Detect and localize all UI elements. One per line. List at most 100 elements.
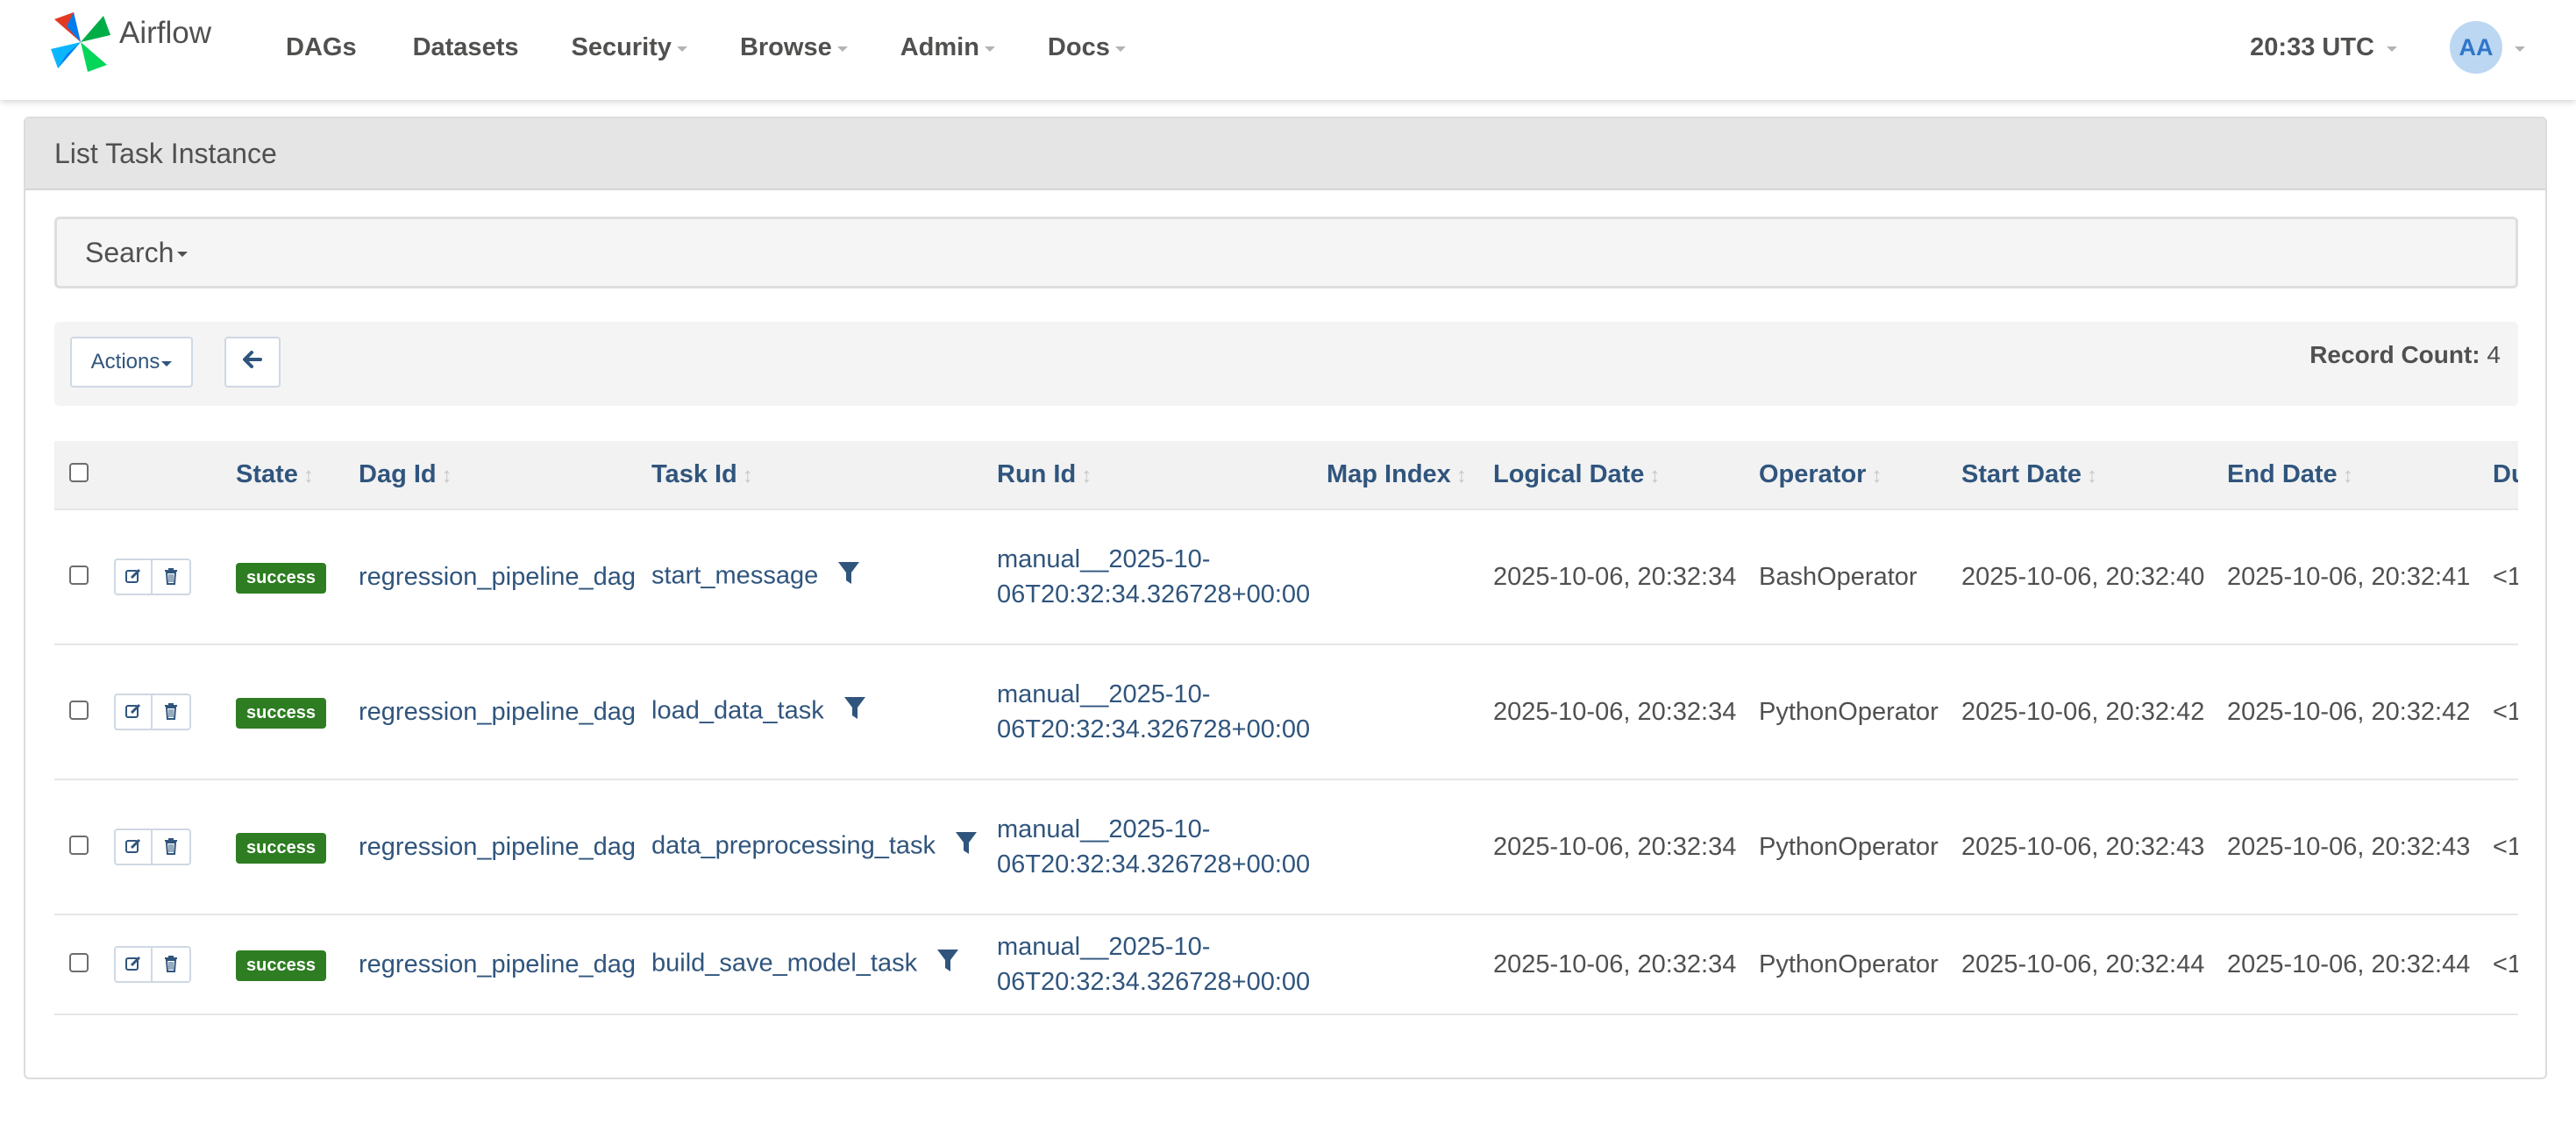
nav-dags[interactable]: DAGs	[286, 33, 357, 62]
start-date-cell: 2025-10-06, 20:32:44	[1961, 914, 2227, 1014]
dag-id-link[interactable]: regression_pipeline_dag	[359, 698, 636, 726]
task-id-link[interactable]: load_data_task	[651, 697, 824, 725]
col-operator[interactable]: Operator ↕	[1759, 441, 1961, 509]
nav-admin[interactable]: Admin	[900, 33, 995, 62]
record-count-value: 4	[2487, 341, 2501, 368]
start-date-cell: 2025-10-06, 20:32:42	[1961, 644, 2227, 779]
brand-link[interactable]: Airflow	[47, 11, 211, 77]
logical-date-cell: 2025-10-06, 20:32:34	[1493, 509, 1759, 644]
operator-cell: PythonOperator	[1759, 914, 1961, 1014]
col-logical-date-label: Logical Date	[1493, 460, 1645, 488]
task-instance-table: State ↕ Dag Id ↕ Task Id ↕ Run Id ↕ Map Inde…	[54, 441, 2518, 1015]
run-id-line1: manual__2025-10-	[997, 680, 1211, 708]
col-end-date-label: End Date	[2227, 460, 2338, 488]
status-badge: success	[236, 697, 326, 729]
nav-security-label: Security	[571, 32, 672, 61]
col-logical-date[interactable]: Logical Date ↕	[1493, 441, 1759, 509]
start-date-cell: 2025-10-06, 20:32:43	[1961, 779, 2227, 914]
edit-icon	[125, 563, 142, 592]
filter-icon[interactable]	[936, 949, 959, 980]
run-id-line2: 06T20:32:34.326728+00:00	[997, 850, 1311, 879]
row-checkbox[interactable]	[69, 565, 89, 585]
trash-icon	[163, 950, 179, 979]
edit-button[interactable]	[114, 829, 153, 865]
delete-button[interactable]	[153, 558, 191, 595]
arrow-left-icon	[243, 350, 262, 374]
col-dag-id[interactable]: Dag Id ↕	[359, 441, 651, 509]
duration-cell: <1s	[2493, 779, 2518, 914]
filter-icon[interactable]	[955, 831, 978, 863]
record-count: Record Count: 4	[2309, 341, 2501, 369]
end-date-cell: 2025-10-06, 20:32:44	[2227, 914, 2493, 1014]
dag-id-link[interactable]: regression_pipeline_dag	[359, 950, 636, 978]
operator-cell: PythonOperator	[1759, 644, 1961, 779]
col-state-label: State	[236, 460, 298, 488]
operator-cell: PythonOperator	[1759, 779, 1961, 914]
dag-id-link[interactable]: regression_pipeline_dag	[359, 833, 636, 861]
map-index-cell	[1327, 779, 1493, 914]
chevron-down-icon	[177, 252, 189, 257]
nav-browse[interactable]: Browse	[740, 33, 848, 62]
delete-button[interactable]	[153, 694, 191, 730]
col-task-id[interactable]: Task Id ↕	[651, 441, 997, 509]
task-id-link[interactable]: start_message	[651, 562, 818, 590]
run-id-line1: manual__2025-10-	[997, 933, 1211, 961]
col-map-index[interactable]: Map Index ↕	[1327, 441, 1493, 509]
chevron-down-icon	[984, 46, 995, 52]
sort-icon: ↕	[302, 464, 314, 487]
edit-button[interactable]	[114, 946, 153, 983]
chevron-down-icon	[161, 361, 173, 366]
list-panel: List Task Instance Search Actions Record…	[24, 117, 2547, 1079]
avatar: AA	[2450, 21, 2502, 74]
status-badge: success	[236, 832, 326, 864]
edit-button[interactable]	[114, 694, 153, 730]
airflow-pinwheel-icon	[47, 9, 114, 80]
table-row: success regression_pipeline_dag data_pre…	[54, 779, 2518, 914]
edit-button[interactable]	[114, 558, 153, 595]
actions-button[interactable]: Actions	[70, 337, 193, 388]
nav-security[interactable]: Security	[571, 33, 687, 62]
run-id-link[interactable]: manual__2025-10- 06T20:32:34.326728+00:00	[997, 545, 1310, 608]
nav-docs-label: Docs	[1047, 32, 1110, 61]
nav-datasets-label: Datasets	[412, 32, 519, 61]
col-duration-label: Dur	[2493, 460, 2518, 488]
chevron-down-icon	[836, 46, 848, 52]
map-index-cell	[1327, 509, 1493, 644]
nav-datasets[interactable]: Datasets	[413, 33, 519, 62]
trash-icon	[163, 698, 179, 727]
back-button[interactable]	[224, 337, 281, 388]
run-id-link[interactable]: manual__2025-10- 06T20:32:34.326728+00:00	[997, 680, 1310, 743]
col-state[interactable]: State ↕	[236, 441, 359, 509]
task-instance-table-wrap[interactable]: State ↕ Dag Id ↕ Task Id ↕ Run Id ↕ Map Inde…	[54, 441, 2518, 1018]
duration-cell: <1s	[2493, 914, 2518, 1014]
nav-browse-label: Browse	[739, 32, 832, 61]
sort-icon: ↕	[742, 464, 753, 487]
user-menu[interactable]: AA	[2450, 21, 2525, 74]
col-duration[interactable]: Dur	[2493, 441, 2518, 509]
col-end-date[interactable]: End Date ↕	[2227, 441, 2493, 509]
end-date-cell: 2025-10-06, 20:32:41	[2227, 509, 2493, 644]
row-checkbox[interactable]	[69, 952, 89, 972]
record-count-label: Record Count:	[2309, 341, 2480, 368]
task-id-link[interactable]: data_preprocessing_task	[651, 832, 936, 860]
search-toggle[interactable]: Search	[54, 217, 2518, 288]
chevron-down-icon	[2387, 46, 2397, 52]
filter-icon[interactable]	[843, 696, 866, 728]
dag-id-link[interactable]: regression_pipeline_dag	[359, 563, 636, 591]
nav-docs[interactable]: Docs	[1048, 33, 1126, 62]
edit-icon	[125, 950, 142, 979]
timezone-dropdown[interactable]: 20:33 UTC	[2250, 33, 2397, 62]
run-id-link[interactable]: manual__2025-10- 06T20:32:34.326728+00:00	[997, 815, 1310, 879]
row-checkbox[interactable]	[69, 700, 89, 720]
run-id-link[interactable]: manual__2025-10- 06T20:32:34.326728+00:00	[997, 933, 1310, 996]
select-all-checkbox[interactable]	[69, 463, 89, 482]
delete-button[interactable]	[153, 829, 191, 865]
search-label: Search	[85, 236, 174, 268]
col-run-id[interactable]: Run Id ↕	[997, 441, 1327, 509]
filter-icon[interactable]	[837, 561, 860, 593]
status-badge: success	[236, 950, 326, 981]
delete-button[interactable]	[153, 946, 191, 983]
row-checkbox[interactable]	[69, 835, 89, 855]
task-id-link[interactable]: build_save_model_task	[651, 950, 917, 978]
col-start-date[interactable]: Start Date ↕	[1961, 441, 2227, 509]
